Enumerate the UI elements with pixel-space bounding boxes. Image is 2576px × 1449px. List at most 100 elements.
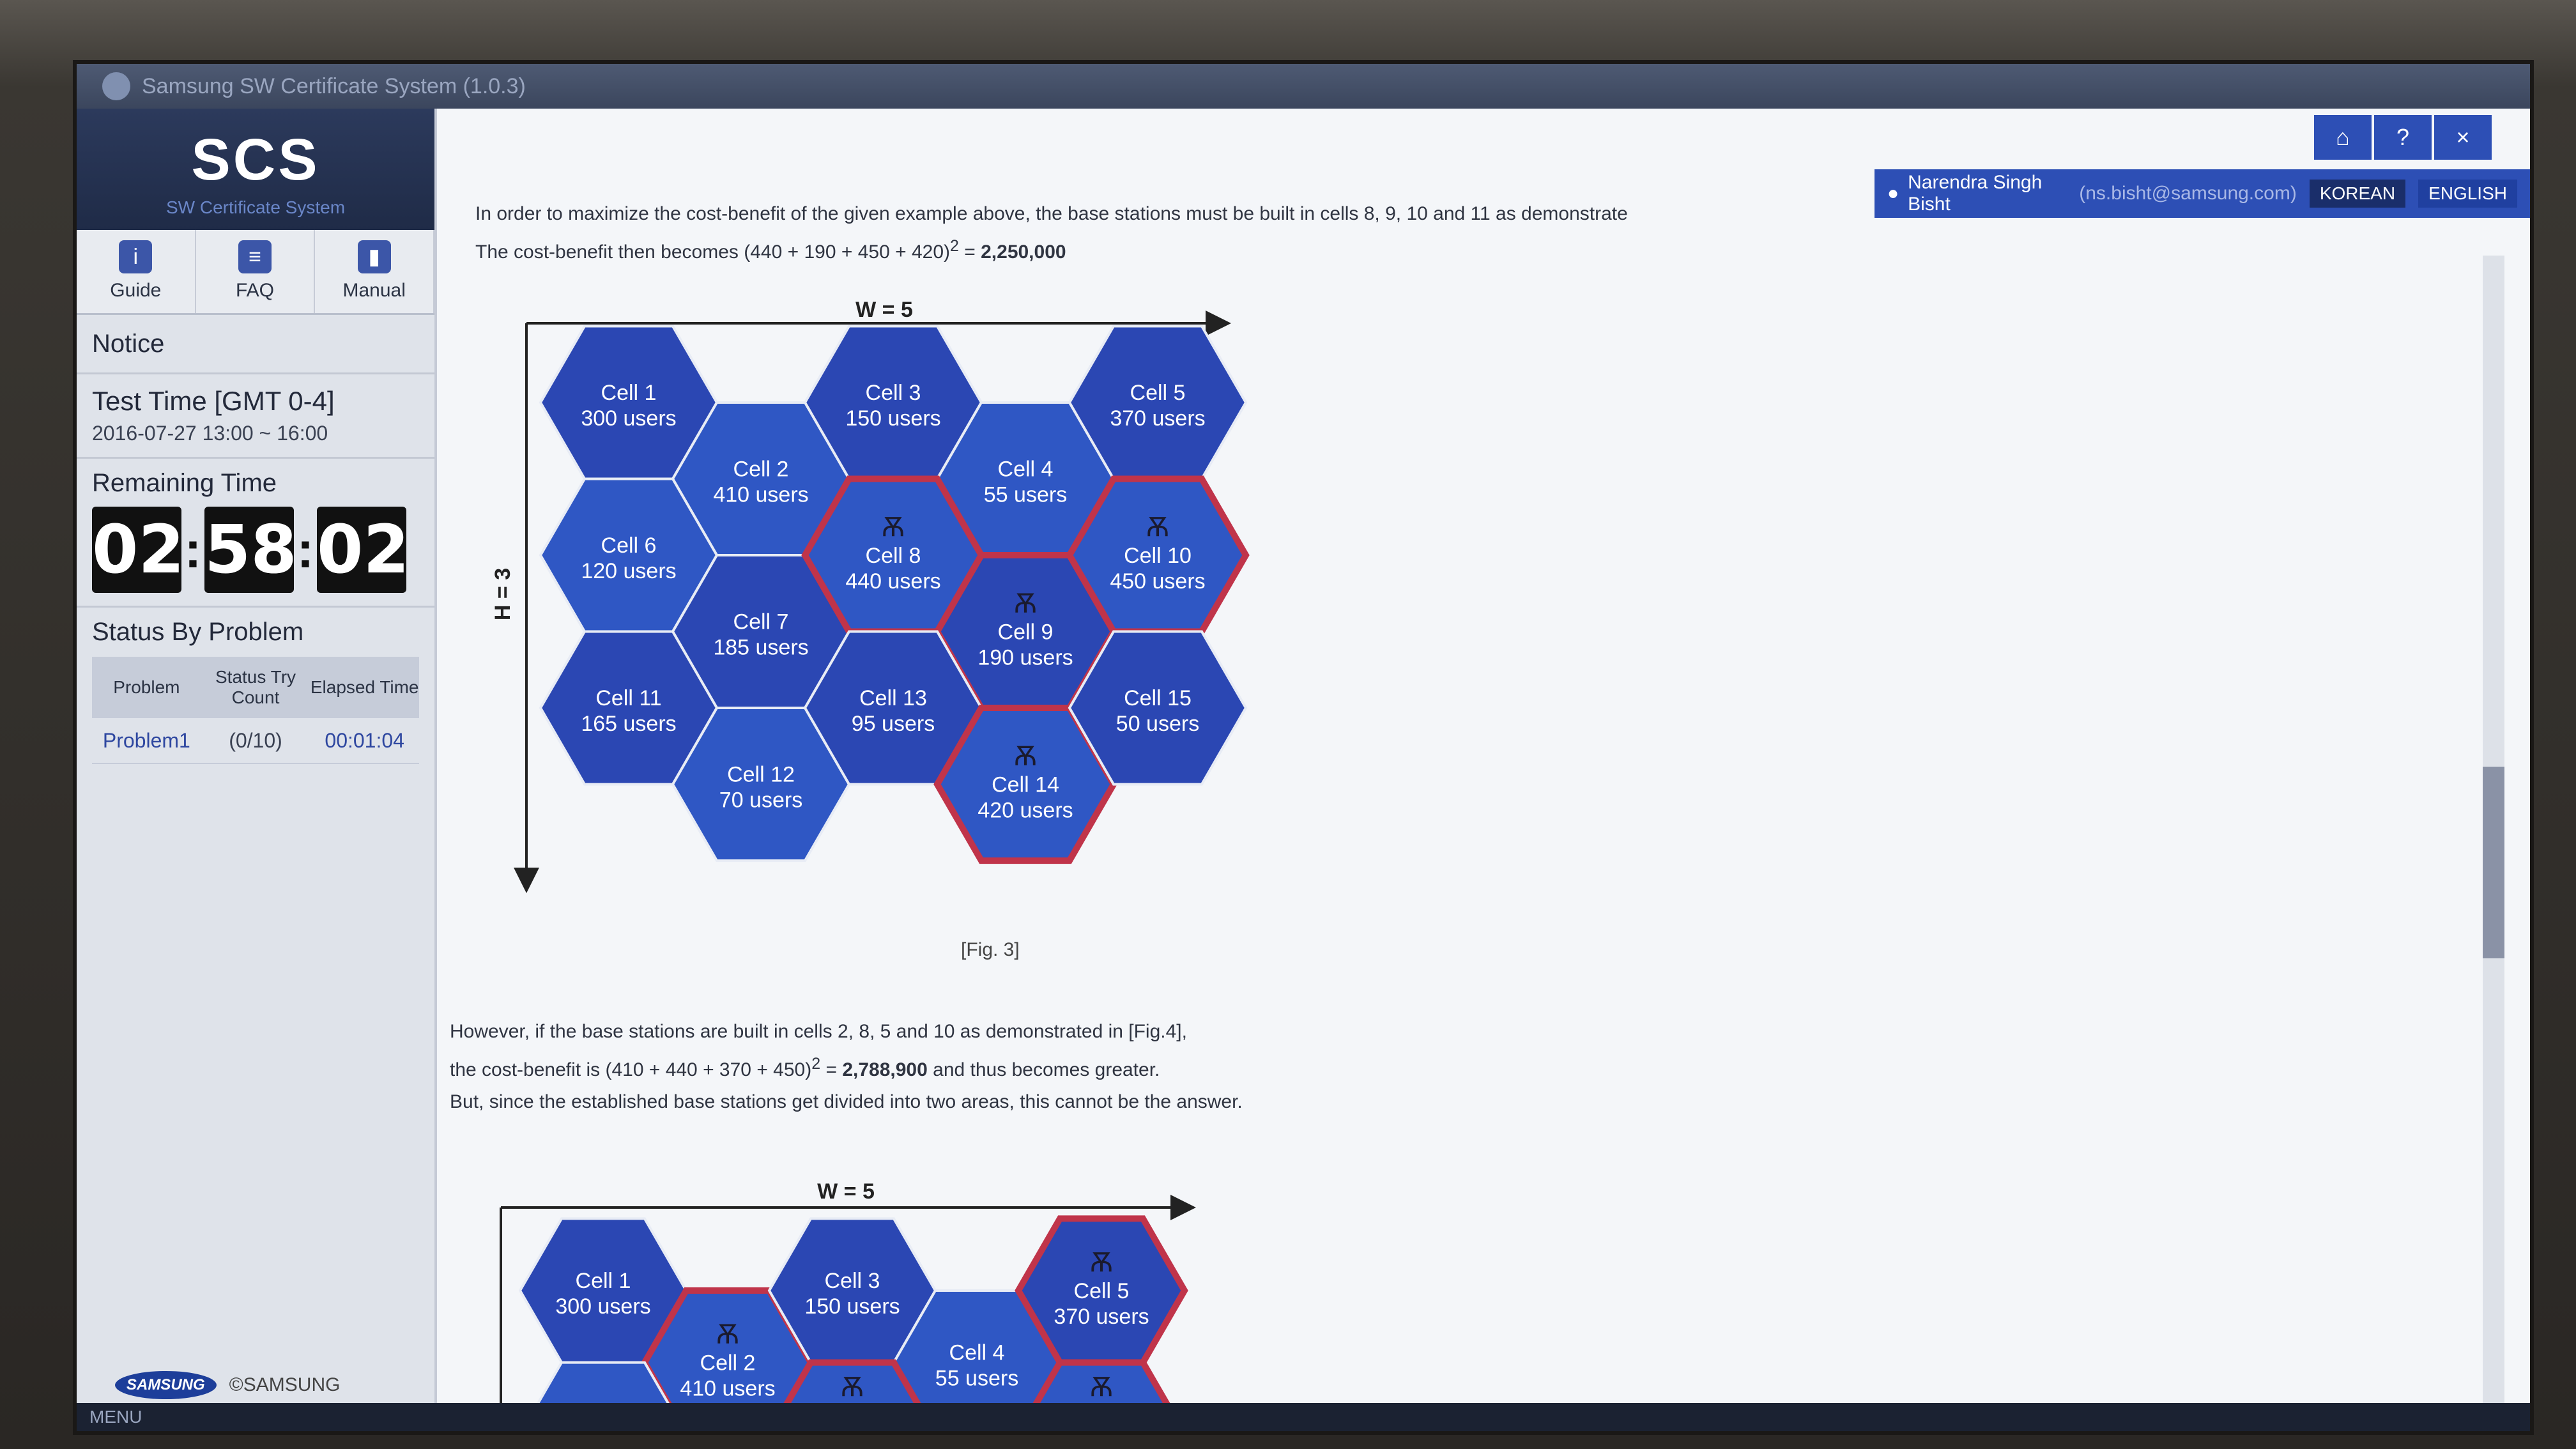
para1-result: 2,250,000: [981, 241, 1066, 263]
sidebar-footer: SAMSUNG ©SAMSUNG: [115, 1371, 340, 1399]
cell-name: Cell 6: [601, 533, 657, 558]
cell-users: 185 users: [713, 636, 808, 660]
remaining-time-label: Remaining Time: [92, 469, 277, 497]
status-header-problem: Problem: [113, 677, 180, 697]
main-content: ⌂ ? × In order to maximize the cost-bene…: [437, 109, 2530, 1431]
cell-name: Cell 2: [733, 457, 789, 482]
user-name: Narendra Singh Bisht: [1908, 172, 2043, 215]
cell-name: Cell 13: [859, 686, 927, 710]
cell-users: 190 users: [977, 646, 1073, 670]
h-label: H = 3: [491, 568, 515, 620]
figure-3: W = 5 H = 3 Cell 1300 users Cell 2410 use…: [491, 300, 1250, 893]
status-by-problem: Status By Problem Problem Status Try Cou…: [77, 608, 434, 774]
nav-manual[interactable]: ▮ Manual: [315, 230, 435, 313]
para2-eq: =: [820, 1059, 843, 1080]
cell-name: Cell 3: [825, 1269, 880, 1293]
tower-icon: Ѫ: [1014, 740, 1037, 772]
tower-icon: Ѫ: [1146, 511, 1169, 542]
nav-manual-label: Manual: [342, 280, 406, 301]
cell-name: Cell 5: [1130, 381, 1186, 405]
cell-users: 150 users: [804, 1294, 900, 1319]
cell-users: 300 users: [555, 1294, 650, 1319]
cell-name: Cell 9: [998, 620, 1054, 645]
vertical-scrollbar[interactable]: [2483, 256, 2504, 1431]
cell-name: Cell 10: [1124, 544, 1192, 568]
notice-link[interactable]: Notice: [77, 315, 434, 374]
tower-icon: Ѫ: [882, 511, 905, 542]
para1-expr: The cost-benefit then becomes (440 + 190…: [475, 241, 950, 263]
cell-users: 165 users: [581, 712, 676, 736]
status-elapsed: 00:01:04: [325, 728, 404, 752]
cell-users: 420 users: [977, 799, 1073, 823]
copyright: ©SAMSUNG: [229, 1374, 341, 1395]
user-icon: ●: [1887, 183, 1899, 204]
sidebar: SCS SW Certificate System i Guide ≡ FAQ …: [77, 109, 437, 1431]
timer-separator: :: [184, 521, 202, 578]
tower-icon: Ѫ: [841, 1371, 864, 1402]
timer-seconds: 02: [317, 507, 410, 593]
info-icon: i: [119, 240, 153, 273]
app-logo-icon: [102, 72, 130, 100]
w-label: W = 5: [855, 300, 913, 322]
countdown-timer: 02 : 58 : 02: [92, 507, 419, 593]
samsung-logo: SAMSUNG: [115, 1371, 217, 1399]
timer-hours: 02: [92, 507, 185, 593]
home-icon[interactable]: ⌂: [2314, 115, 2372, 160]
taskbar-menu[interactable]: MENU: [89, 1407, 142, 1427]
cell-users: 95 users: [852, 712, 935, 736]
status-count: (0/10): [229, 728, 282, 752]
cell-users: 450 users: [1110, 569, 1205, 594]
para2-expr: the cost-benefit is (410 + 440 + 370 + 4…: [450, 1059, 812, 1080]
figure-4: W = 5 Cell 1300 usersѪCell 2410 usersCel…: [500, 1179, 1196, 1431]
timer-minutes: 58: [204, 507, 297, 593]
nav-guide[interactable]: i Guide: [77, 230, 196, 313]
table-row[interactable]: Problem1 (0/10) 00:01:04: [92, 718, 419, 764]
paragraph-1: In order to maximize the cost-benefit of…: [475, 198, 1628, 268]
cell-users: 50 users: [1116, 712, 1199, 736]
nav-guide-label: Guide: [110, 280, 162, 301]
lang-english-button[interactable]: ENGLISH: [2418, 180, 2517, 208]
status-table-header: Problem Status Try Count Elapsed Time: [92, 657, 419, 718]
cell-name: Cell 7: [733, 610, 789, 634]
status-label: Status By Problem: [92, 618, 304, 646]
cell-users: 440 users: [845, 569, 940, 594]
cell-users: 300 users: [581, 406, 676, 431]
app-window: Samsung SW Certificate System (1.0.3) SC…: [77, 64, 2530, 1431]
para2-line3: But, since the established base stations…: [450, 1091, 1243, 1112]
window-titlebar: Samsung SW Certificate System (1.0.3): [77, 64, 2530, 109]
nav-faq-label: FAQ: [236, 280, 275, 301]
help-button[interactable]: ?: [2374, 115, 2432, 160]
sidebar-nav: i Guide ≡ FAQ ▮ Manual: [77, 230, 435, 315]
cell-name: Cell 4: [998, 457, 1054, 482]
para2-tail: and thus becomes greater.: [927, 1059, 1160, 1080]
cell-users: 150 users: [845, 406, 940, 431]
cell-users: 55 users: [984, 483, 1067, 507]
para1-sup: 2: [950, 237, 959, 255]
cell-users: 410 users: [680, 1377, 775, 1401]
tower-icon: Ѫ: [1014, 588, 1037, 619]
remaining-time: Remaining Time 02 : 58 : 02: [77, 459, 434, 608]
nav-faq[interactable]: ≡ FAQ: [196, 230, 316, 313]
paragraph-2: However, if the base stations are built …: [450, 1016, 1243, 1118]
cell-name: Cell 12: [727, 763, 795, 787]
status-problem[interactable]: Problem1: [92, 729, 201, 753]
cell-name: Cell 1: [601, 381, 657, 405]
scrollbar-thumb[interactable]: [2483, 767, 2504, 958]
para1-eq: =: [958, 241, 981, 263]
book-icon: ▮: [357, 240, 391, 273]
cell-name: Cell 1: [576, 1269, 631, 1293]
cell-users: 370 users: [1110, 406, 1205, 431]
tower-icon: Ѫ: [1090, 1371, 1113, 1402]
cell-name: Cell 8: [866, 544, 921, 568]
cell-name: Cell 4: [949, 1341, 1005, 1365]
para2-line2: the cost-benefit is (410 + 440 + 370 + 4…: [450, 1048, 1243, 1086]
para1-line1: In order to maximize the cost-benefit of…: [475, 203, 1628, 224]
close-button[interactable]: ×: [2434, 115, 2492, 160]
status-header-elapsed: Elapsed Time: [310, 677, 419, 697]
test-time-value: 2016-07-27 13:00 ~ 16:00: [92, 422, 328, 445]
cell-users: 55 users: [935, 1367, 1018, 1391]
cell-name: Cell 14: [992, 773, 1059, 797]
lang-korean-button[interactable]: KOREAN: [2309, 180, 2406, 208]
window-title: Samsung SW Certificate System (1.0.3): [142, 73, 526, 98]
brand-title: SCS: [191, 127, 320, 192]
